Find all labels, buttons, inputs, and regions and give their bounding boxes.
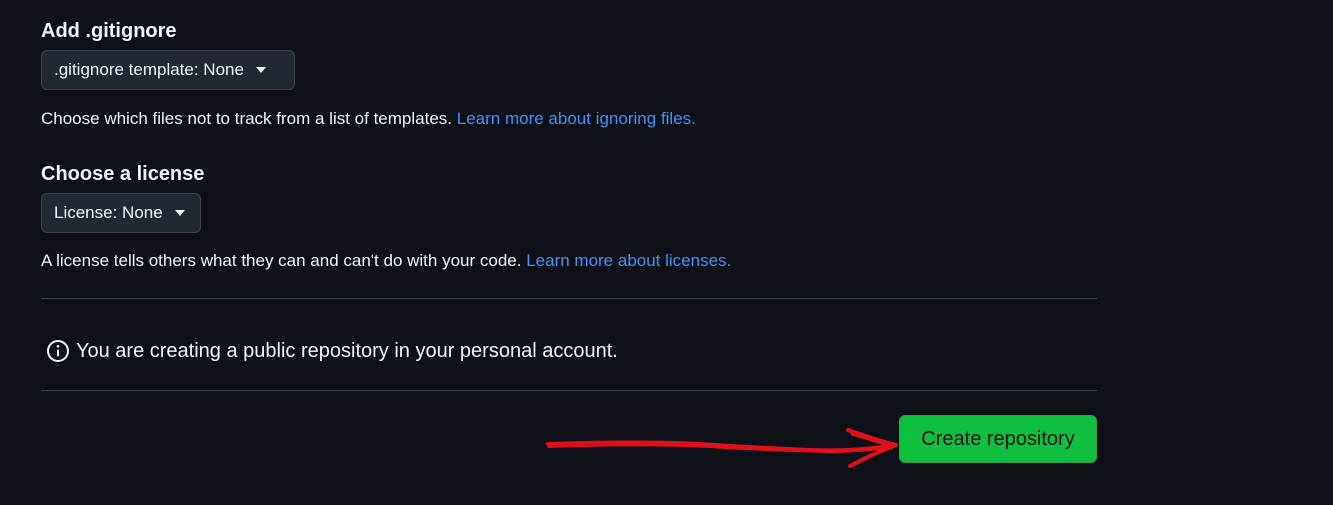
learn-more-ignoring-files-link[interactable]: Learn more about ignoring files. (457, 109, 696, 128)
divider (41, 390, 1097, 391)
gitignore-help: Choose which files not to track from a l… (41, 109, 696, 129)
license-heading: Choose a license (41, 163, 205, 185)
create-repo-form-bottom: Add .gitignore .gitignore template: None… (0, 0, 1333, 505)
info-icon (47, 340, 69, 362)
license-dropdown-label: License: None (54, 203, 163, 222)
gitignore-help-text: Choose which files not to track from a l… (41, 109, 453, 128)
create-repository-label: Create repository (921, 427, 1075, 450)
license-help-text: A license tells others what they can and… (41, 251, 522, 270)
learn-more-licenses-link[interactable]: Learn more about licenses. (526, 251, 731, 270)
caret-down-icon (255, 67, 266, 73)
gitignore-dropdown-label: .gitignore template: None (54, 60, 244, 79)
license-help: A license tells others what they can and… (41, 251, 731, 271)
red-arrow-icon (546, 428, 898, 468)
license-dropdown[interactable]: License: None (41, 193, 201, 233)
divider (41, 298, 1097, 299)
create-repository-button[interactable]: Create repository (899, 415, 1097, 463)
gitignore-template-dropdown[interactable]: .gitignore template: None (41, 50, 295, 90)
gitignore-heading: Add .gitignore (41, 20, 177, 42)
notice-text: You are creating a public repository in … (76, 339, 618, 362)
public-repo-notice: You are creating a public repository in … (46, 339, 618, 363)
caret-down-icon (174, 210, 185, 216)
